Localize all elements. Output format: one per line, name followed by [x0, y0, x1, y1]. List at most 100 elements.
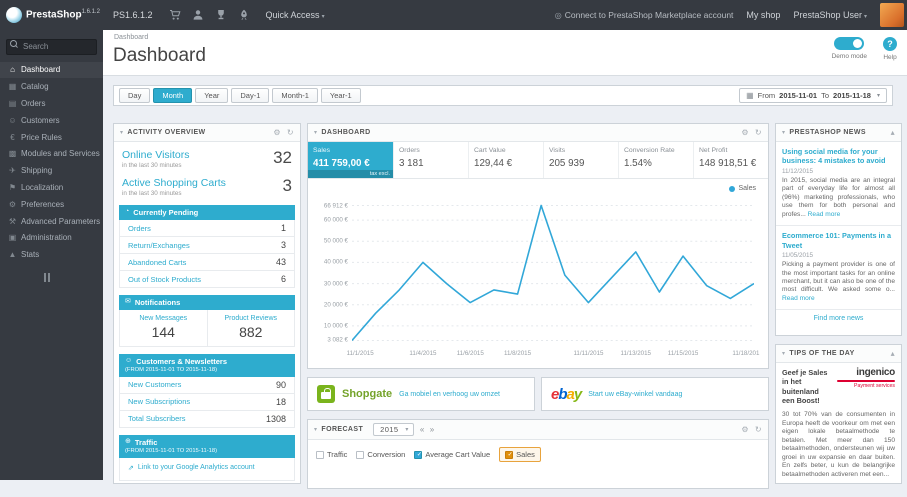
dashboard-panel: ▾ DASHBOARD ⚙ ↻ Sales 411 759,00 € tax ex…	[307, 123, 769, 369]
ebay-promo-link[interactable]: Start uw eBay-winkel vandaag	[588, 391, 682, 398]
chevron-down-icon: ▾	[120, 130, 124, 136]
shipping-icon: ✈	[9, 166, 16, 176]
customers-newsletters-section: ☺ Customers & Newsletters (FROM 2015-11-0…	[119, 354, 295, 428]
shopgate-promo-link[interactable]: Ga mobiel en verhoog uw omzet	[399, 391, 500, 398]
marketplace-link[interactable]: ◎ Connect to PrestaShop Marketplace accou…	[555, 10, 734, 20]
kpi-cart-value[interactable]: Cart Value 129,44 €	[469, 142, 544, 178]
search-input[interactable]	[6, 38, 97, 55]
read-more-link[interactable]: Read more	[782, 295, 815, 302]
sidebar-item-advanced-parameters[interactable]: ⚒ Advanced Parameters	[0, 213, 103, 230]
collapse-sidebar-icon[interactable]	[44, 273, 103, 283]
sidebar-item-price-rules[interactable]: € Price Rules	[0, 129, 103, 146]
sidebar-item-stats[interactable]: ▲ Stats	[0, 246, 103, 263]
x-axis-tick-label: 11/15/2015	[667, 350, 699, 357]
online-visitors-link[interactable]: Online Visitors	[122, 149, 190, 161]
filter-month-button[interactable]: Month	[153, 88, 193, 103]
sidebar-item-label: Dashboard	[21, 65, 61, 75]
sidebar-item-label: Stats	[21, 250, 40, 260]
date-range-picker[interactable]: ▦ From 2015-11-01 To 2015-11-18 ▾	[739, 88, 887, 103]
news-article-title[interactable]: Using social media for your business: 4 …	[782, 147, 895, 166]
forecast-legend-average-cart-value[interactable]: Average Cart Value	[414, 450, 490, 460]
gear-icon[interactable]: ⚙	[273, 128, 281, 137]
sidebar-item-shipping[interactable]: ✈ Shipping	[0, 162, 103, 179]
refresh-icon[interactable]: ↻	[287, 128, 294, 137]
avatar[interactable]	[880, 3, 904, 27]
sidebar-item-catalog[interactable]: ▦ Catalog	[0, 78, 103, 95]
sidebar-item-dashboard[interactable]: ⌂ Dashboard	[0, 61, 103, 79]
collapse-icon[interactable]: ▴	[891, 128, 895, 137]
y-axis-tick-label: 50 000 €	[323, 237, 348, 245]
sidebar-item-localization[interactable]: ⚑ Localization	[0, 179, 103, 196]
refresh-icon[interactable]: ↻	[755, 425, 762, 434]
help-label: Help	[883, 54, 897, 61]
prestashop-logo[interactable]: PrestaShop1.6.1.2	[0, 7, 103, 23]
sidebar-item-customers[interactable]: ☺ Customers	[0, 112, 103, 129]
next-year-icon[interactable]: »	[430, 425, 435, 434]
my-shop-link[interactable]: My shop	[746, 10, 780, 20]
to-label: To	[821, 91, 830, 100]
chevron-down-icon: ▾	[782, 130, 786, 136]
customers-date-range: (FROM 2015-11-01 TO 2015-11-18)	[125, 367, 218, 373]
filter-year-1-button[interactable]: Year-1	[320, 88, 361, 103]
refresh-icon[interactable]: ↻	[755, 128, 762, 137]
active-carts-link[interactable]: Active Shopping Carts	[122, 177, 226, 189]
kpi-sales[interactable]: Sales 411 759,00 € tax excl.	[308, 142, 394, 178]
y-axis-tick-label: 40 000 €	[323, 258, 348, 266]
filter-day-button[interactable]: Day	[119, 88, 151, 103]
sidebar-item-modules-and-services[interactable]: ▩ Modules and Services	[0, 145, 103, 162]
x-axis-tick-label: 11/13/2015	[620, 350, 652, 357]
customers-notifications-icon[interactable]	[192, 9, 204, 21]
product-reviews-cell: Product Reviews 882	[206, 310, 295, 346]
find-more-news-link[interactable]: Find more news	[776, 310, 901, 327]
kpi-net-profit[interactable]: Net Profit 148 918,51 €	[694, 142, 768, 178]
rocket-icon[interactable]	[238, 9, 250, 21]
news-panel-header: ▾ PRESTASHOP NEWS ▴	[776, 124, 901, 142]
ebay-logo-letter: a	[566, 385, 575, 403]
to-date: 2015-11-18	[833, 91, 871, 100]
filter-year-button[interactable]: Year	[195, 88, 229, 103]
trophy-icon[interactable]	[215, 9, 227, 21]
sidebar-item-preferences[interactable]: ⚙ Preferences	[0, 196, 103, 213]
forecast-legend-traffic[interactable]: Traffic	[316, 450, 347, 459]
forecast-legend-conversion[interactable]: Conversion	[356, 450, 405, 459]
chart-legend-sales[interactable]: Sales	[729, 185, 756, 192]
kpi-orders[interactable]: Orders 3 181	[394, 142, 469, 178]
brand-name: PrestaShop1.6.1.2	[26, 9, 100, 21]
kpi-conversion-rate[interactable]: Conversion Rate 1.54%	[619, 142, 694, 178]
checkbox-icon	[505, 450, 514, 460]
news-article-date: 11/12/2015	[782, 167, 814, 175]
gear-icon[interactable]: ⚙	[741, 425, 749, 434]
demo-mode-control: Demo mode	[832, 37, 867, 61]
forecast-panel-header: ▾ FORECAST 2015 ▾ « » ⚙ ↻	[308, 420, 768, 440]
sidebar-item-label: Advanced Parameters	[21, 216, 101, 226]
link-icon: ⇗	[128, 464, 134, 472]
x-axis-tick-label: 11/11/2015	[573, 350, 604, 357]
calendar-icon: ▦	[746, 91, 754, 100]
chevron-down-icon: ▾	[782, 351, 786, 357]
filter-day-1-button[interactable]: Day-1	[231, 88, 270, 103]
sidebar-item-orders[interactable]: ▤ Orders	[0, 95, 103, 112]
filter-month-1-button[interactable]: Month-1	[272, 88, 318, 103]
user-menu[interactable]: PrestaShop User ▾	[793, 10, 867, 20]
y-axis-tick-label: 66 912 €	[323, 202, 348, 210]
help-icon[interactable]: ?	[883, 37, 897, 51]
notifications-header: ✉ Notifications	[119, 295, 295, 310]
chevron-down-icon: ▾	[314, 427, 318, 433]
forecast-year-select[interactable]: 2015 ▾	[373, 423, 414, 436]
forecast-legend-sales[interactable]: Sales	[499, 447, 541, 462]
active-carts-metric: Active Shopping Carts in the last 30 min…	[114, 170, 300, 198]
read-more-link[interactable]: Read more	[808, 211, 841, 218]
collapse-icon[interactable]: ▴	[891, 349, 895, 358]
preferences-icon: ⚙	[8, 199, 17, 209]
gear-icon[interactable]: ⚙	[741, 128, 749, 137]
tips-of-the-day-panel: ▾ TIPS OF THE DAY ▴ Geef je Sales in het…	[775, 344, 902, 484]
kpi-visits[interactable]: Visits 205 939	[544, 142, 619, 178]
news-article-title[interactable]: Ecommerce 101: Payments in a Tweet	[782, 231, 895, 250]
quick-access-menu[interactable]: Quick Access ▾	[266, 10, 325, 20]
previous-year-icon[interactable]: «	[420, 425, 425, 434]
google-analytics-link[interactable]: ⇗ Link to your Google Analytics account	[119, 457, 295, 481]
cart-notifications-icon[interactable]	[169, 9, 181, 21]
sidebar-item-administration[interactable]: ▣ Administration	[0, 229, 103, 246]
demo-mode-toggle[interactable]	[834, 37, 865, 50]
customers-newsletters-header: ☺ Customers & Newsletters (FROM 2015-11-0…	[119, 354, 295, 377]
